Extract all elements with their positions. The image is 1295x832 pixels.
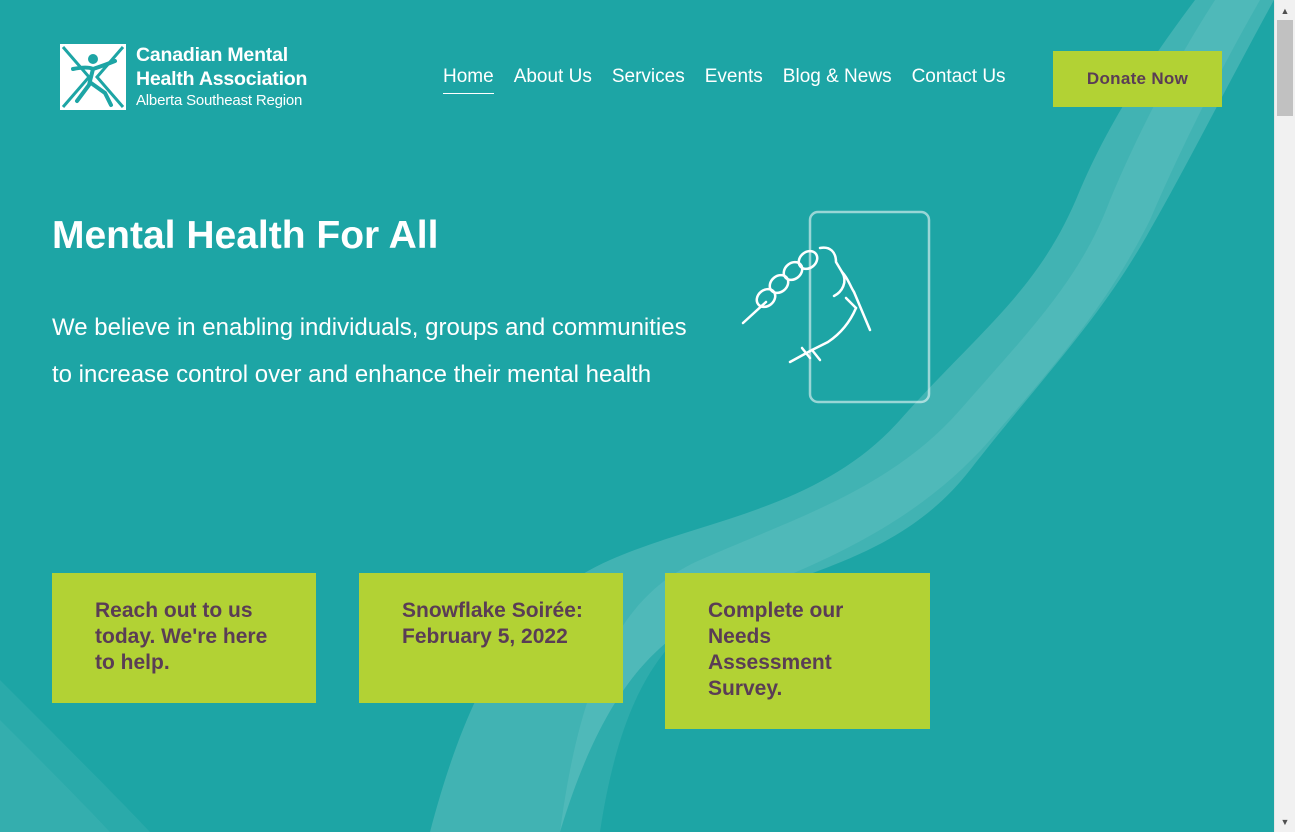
scroll-thumb[interactable] xyxy=(1277,20,1293,116)
logo-text: Canadian Mental Health Association Alber… xyxy=(136,43,307,111)
logo-title-line2: Health Association xyxy=(136,68,308,90)
nav-about-us[interactable]: About Us xyxy=(514,66,592,94)
main-nav: Home About Us Services Events Blog & New… xyxy=(443,66,1026,94)
hero-description: We believe in enabling individuals, grou… xyxy=(52,314,687,388)
nav-home[interactable]: Home xyxy=(443,66,494,94)
cmha-figure-logo-icon xyxy=(60,44,126,110)
hero-title: Mental Health For All xyxy=(52,214,439,257)
card-needs-assessment-survey[interactable]: Complete our Needs Assessment Survey. xyxy=(665,573,930,729)
vertical-scrollbar[interactable]: ▲ ▼ xyxy=(1274,0,1295,832)
logo-region: Alberta Southeast Region xyxy=(136,92,303,109)
scroll-down-arrow-icon[interactable]: ▼ xyxy=(1275,813,1295,830)
hand-grip-icon xyxy=(741,210,931,404)
card-reach-out[interactable]: Reach out to us today. We're here to hel… xyxy=(52,573,316,703)
nav-contact-us[interactable]: Contact Us xyxy=(912,66,1006,94)
nav-services[interactable]: Services xyxy=(612,66,685,94)
background-wave-decoration xyxy=(0,0,1274,832)
scroll-up-arrow-icon[interactable]: ▲ xyxy=(1275,2,1295,19)
site-logo[interactable]: Canadian Mental Health Association Alber… xyxy=(59,43,307,111)
card-snowflake-soiree[interactable]: Snowflake Soirée: February 5, 2022 xyxy=(359,573,623,703)
nav-blog-news[interactable]: Blog & News xyxy=(783,66,892,94)
nav-events[interactable]: Events xyxy=(705,66,763,94)
logo-title-line1: Canadian Mental xyxy=(136,44,288,66)
donate-button[interactable]: Donate Now xyxy=(1053,51,1222,107)
page: Canadian Mental Health Association Alber… xyxy=(0,0,1274,832)
